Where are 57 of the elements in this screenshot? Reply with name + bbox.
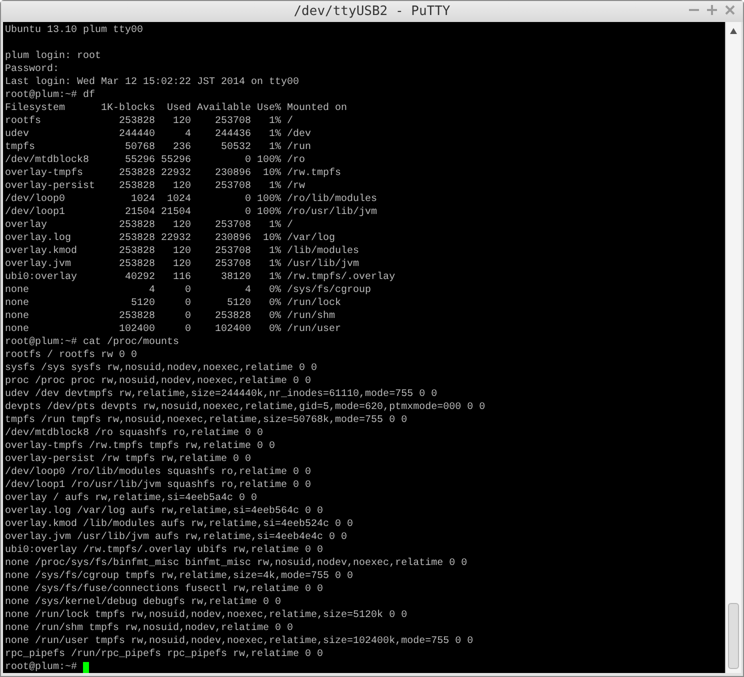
terminal-line: root@plum:~# cat /proc/mounts xyxy=(5,336,180,349)
terminal-line: overlay-persist /rw tmpfs rw,relatime 0 0 xyxy=(5,453,252,466)
terminal-line: tmpfs /run tmpfs rw,nosuid,noexec,relatime,size=50768k,mode=755 0 0 xyxy=(5,414,408,427)
terminal-line: sysfs /sys sysfs rw,nosuid,nodev,noexec,relatime 0 0 xyxy=(5,362,318,375)
terminal-line: overlay.kmod /lib/modules aufs rw,relatime,si=4eeb524c 0 0 xyxy=(5,518,354,531)
terminal-line: /dev/mtdblock8 55296 55296 0 100% /ro xyxy=(5,154,306,167)
terminal-line: ubi0:overlay /rw.tmpfs/.overlay ubifs rw,relatime 0 0 xyxy=(5,544,324,557)
terminal-line: /dev/loop1 21504 21504 0 100% /ro/usr/lib/jvm xyxy=(5,206,378,219)
terminal-line: rootfs / rootfs rw 0 0 xyxy=(5,349,138,362)
terminal-line: overlay-tmpfs 253828 22932 230896 10% /rw.tmpfs xyxy=(5,167,342,180)
terminal-line: Ubuntu 13.10 plum tty00 xyxy=(5,24,144,37)
terminal-line: none 102400 0 102400 0% /run/user xyxy=(5,323,342,336)
window-title: /dev/ttyUSB2 - PuTTY xyxy=(294,4,450,19)
terminal-screen[interactable] xyxy=(3,22,725,673)
terminal-line: overlay / aufs rw,relatime,si=4eeb5a4c 0 0 xyxy=(5,492,258,505)
terminal-line: overlay.jvm /usr/lib/jvm aufs rw,relatime,si=4eeb4e4c 0 0 xyxy=(5,531,348,544)
terminal-line: udev 244440 4 244436 1% /dev xyxy=(5,128,312,141)
terminal-line: overlay.kmod 253828 120 253708 1% /lib/modules xyxy=(5,245,360,258)
terminal-line: plum login: root xyxy=(5,50,102,63)
scrollbar-thumb[interactable] xyxy=(728,603,739,669)
terminal-line: Last login: Wed Mar 12 15:02:22 JST 2014 on tty00 xyxy=(5,76,300,89)
terminal-line: /dev/loop0 /ro/lib/modules squashfs ro,relatime 0 0 xyxy=(5,466,312,479)
terminal-line: overlay-persist 253828 120 253708 1% /rw xyxy=(5,180,306,193)
terminal-line: /dev/mtdblock8 /ro squashfs ro,relatime 0 0 xyxy=(5,427,264,440)
terminal-line: root@plum:~# df xyxy=(5,89,96,102)
terminal-line: none /sys/fs/cgroup tmpfs rw,relatime,size=4k,mode=755 0 0 xyxy=(5,570,354,583)
terminal-line: none 253828 0 253828 0% /run/shm xyxy=(5,310,336,323)
terminal-line: overlay.jvm 253828 120 253708 1% /usr/lib/jvm xyxy=(5,258,360,271)
terminal-line: rpc_pipefs /run/rpc_pipefs rpc_pipefs rw,relatime 0 0 xyxy=(5,648,324,661)
terminal-line: overlay.log /var/log aufs rw,relatime,si=4eeb564c 0 0 xyxy=(5,505,324,518)
scroll-up-icon[interactable] xyxy=(730,28,737,34)
terminal-line: proc /proc proc rw,nosuid,nodev,noexec,relatime 0 0 xyxy=(5,375,312,388)
terminal-line: Filesystem 1K-blocks Used Available Use% Mounted on xyxy=(5,102,348,115)
terminal-line: overlay 253828 120 253708 1% / xyxy=(5,219,294,232)
terminal-line: none /run/lock tmpfs rw,nosuid,nodev,noexec,relatime,size=5120k 0 0 xyxy=(5,609,408,622)
cursor xyxy=(83,662,90,673)
scrollbar[interactable] xyxy=(725,22,741,673)
terminal-line: udev /dev devtmpfs rw,relatime,size=244440k,nr_inodes=61110,mode=755 0 0 xyxy=(5,388,438,401)
terminal-line: overlay.log 253828 22932 230896 10% /var/log xyxy=(5,232,336,245)
terminal-line: none /sys/kernel/debug debugfs rw,relatime 0 0 xyxy=(5,596,282,609)
terminal-line: none /run/user tmpfs rw,nosuid,nodev,noexec,relatime,size=102400k,mode=755 0 0 xyxy=(5,635,474,648)
terminal-line: Password: xyxy=(5,63,60,76)
terminal-line: none /proc/sys/fs/binfmt_misc binfmt_misc rw,nosuid,nodev,noexec,relatime 0 0 xyxy=(5,557,468,570)
terminal-line: none 5120 0 5120 0% /run/lock xyxy=(5,297,342,310)
terminal-line: none /run/shm tmpfs rw,nosuid,nodev,relatime 0 0 xyxy=(5,622,294,635)
terminal-line: /dev/loop1 /ro/usr/lib/jvm squashfs ro,relatime 0 0 xyxy=(5,479,312,492)
terminal-line: overlay-tmpfs /rw.tmpfs tmpfs rw,relatime 0 0 xyxy=(5,440,276,453)
terminal-line: none 4 0 4 0% /sys/fs/cgroup xyxy=(5,284,372,297)
terminal-line: ubi0:overlay 40292 116 38120 1% /rw.tmpfs/.overlay xyxy=(5,271,396,284)
close-icon[interactable] xyxy=(725,5,735,15)
prompt-text: root@plum:~# xyxy=(5,661,78,673)
terminal-line: rootfs 253828 120 253708 1% / xyxy=(5,115,294,128)
maximize-icon[interactable] xyxy=(707,5,717,15)
terminal-line: /dev/loop0 1024 1024 0 100% /ro/lib/modules xyxy=(5,193,378,206)
terminal-line: devpts /dev/pts devpts rw,nosuid,noexec,relatime,gid=5,mode=620,ptmxmode=000 0 0 xyxy=(5,401,486,414)
terminal-line: tmpfs 50768 236 50532 1% /run xyxy=(5,141,312,154)
terminal-line: none /sys/fs/fuse/connections fusectl rw,relatime 0 0 xyxy=(5,583,324,596)
